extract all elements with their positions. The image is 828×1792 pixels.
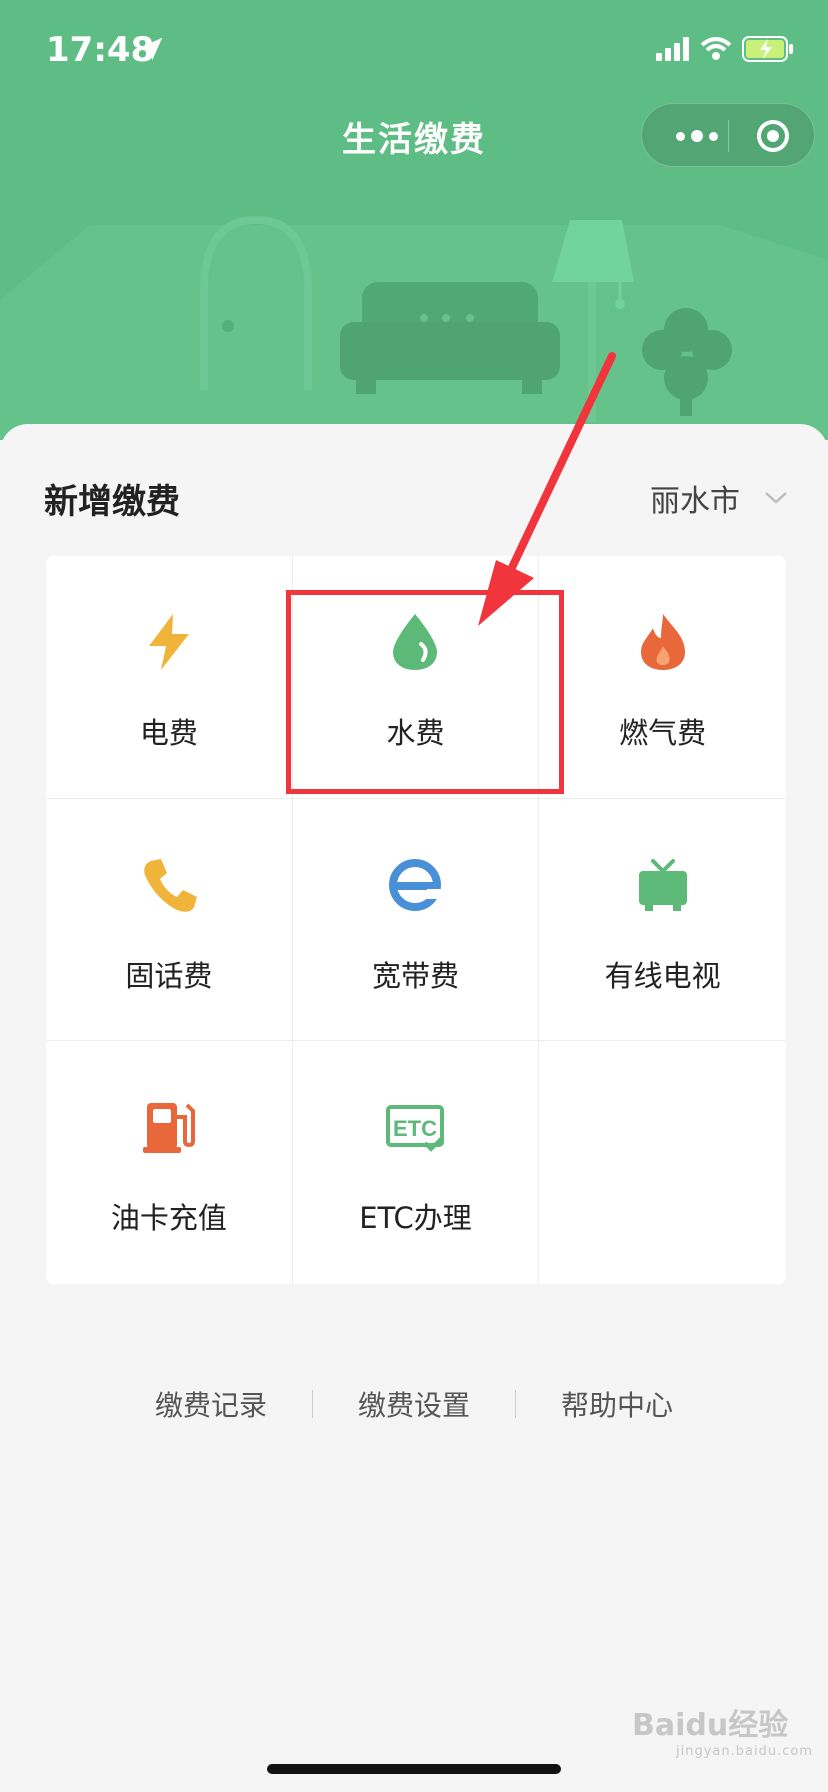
service-label: ETC办理 — [359, 1201, 472, 1236]
chevron-down-icon — [765, 492, 787, 504]
payment-settings-link[interactable]: 缴费设置 — [313, 1384, 515, 1424]
home-indicator[interactable] — [267, 1764, 561, 1774]
mini-program-capsule — [641, 103, 815, 167]
more-dot-icon — [709, 131, 718, 141]
service-label: 油卡充值 — [110, 1201, 227, 1236]
service-label: 电费 — [139, 716, 198, 750]
service-item-fuel-card[interactable]: 油卡充值 — [46, 1041, 293, 1284]
flame-icon — [640, 614, 685, 670]
capsule-divider — [728, 120, 729, 152]
broadband-e-icon — [389, 858, 442, 911]
service-item-etc[interactable]: ETC ETC办理 — [293, 1041, 540, 1284]
tv-icon — [638, 858, 687, 911]
status-indicators — [656, 34, 794, 64]
service-item-landline[interactable]: 固话费 — [46, 798, 293, 1042]
city-name: 丽水市 — [650, 484, 740, 519]
service-label: 有线电视 — [604, 958, 721, 993]
service-item-broadband[interactable]: 宽带费 — [292, 798, 540, 1042]
phone-icon — [144, 858, 197, 912]
help-center-link[interactable]: 帮助中心 — [516, 1384, 718, 1424]
payment-records-link[interactable]: 缴费记录 — [110, 1384, 312, 1424]
status-bar: 17:48 — [0, 0, 828, 100]
service-label: 燃气费 — [619, 716, 707, 750]
target-close-icon — [757, 120, 789, 152]
battery-charging-icon — [742, 36, 793, 62]
section-title: 新增缴费 — [44, 482, 180, 522]
service-label: 宽带费 — [371, 958, 459, 993]
lightning-icon — [148, 614, 189, 670]
more-options-button[interactable] — [666, 104, 728, 168]
wifi-icon — [700, 37, 732, 60]
footer-links: 缴费记录 缴费设置 帮助中心 — [0, 1384, 828, 1424]
svg-text:ETC: ETC — [393, 1116, 437, 1141]
service-item-empty — [539, 1041, 786, 1284]
service-label: 固话费 — [125, 958, 213, 993]
city-selector[interactable]: 丽水市 — [650, 476, 788, 520]
baidu-jingyan-watermark: Baidu经验 jingyan.baidu.com — [632, 1700, 813, 1759]
header-banner: 17:48 生活缴费 — [0, 0, 828, 440]
more-dot-icon — [676, 131, 685, 141]
more-dot-icon — [691, 130, 703, 142]
etc-icon: ETC — [386, 1105, 445, 1153]
location-arrow-icon — [139, 37, 163, 61]
fuel-pump-icon — [142, 1103, 195, 1154]
annotation-highlight-box — [286, 590, 564, 794]
service-item-gas[interactable]: 燃气费 — [539, 556, 786, 799]
service-item-cable-tv[interactable]: 有线电视 — [539, 799, 786, 1042]
close-mini-program-button[interactable] — [742, 104, 804, 168]
watermark-url: jingyan.baidu.com — [676, 1744, 813, 1759]
signal-icon — [656, 37, 689, 61]
watermark-brand: Baidu经验 — [632, 1708, 789, 1743]
service-item-electricity[interactable]: 电费 — [46, 556, 293, 799]
